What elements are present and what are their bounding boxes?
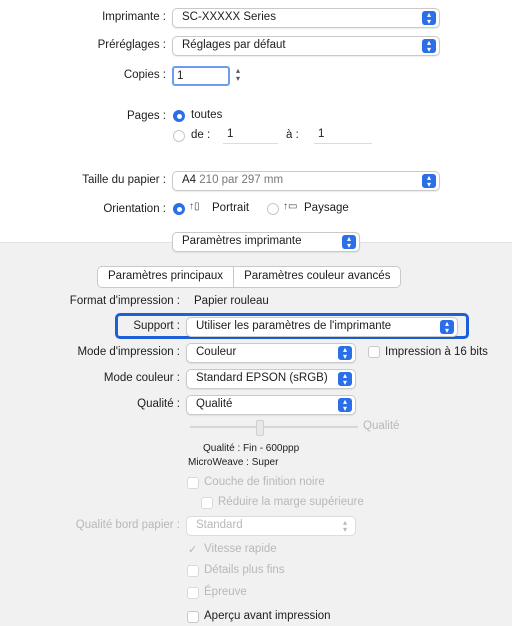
color-mode-select[interactable]: Standard EPSON (sRGB) ▴ ▾ — [186, 369, 356, 389]
chevron-updown-icon: ▴▾ — [338, 372, 352, 387]
quality-slider-track[interactable] — [190, 426, 358, 428]
paper-dimensions: 210 par 297 mm — [199, 174, 284, 186]
edge-quality-value: Standard — [196, 519, 243, 531]
portrait-icon: ↑▯ — [189, 201, 200, 212]
color-mode-label: Mode couleur : — [103, 372, 180, 384]
section-value-overlay: Paramètres imprimante — [182, 235, 302, 247]
pages-all-label: toutes — [191, 109, 223, 121]
portrait-label: Portrait — [212, 202, 250, 214]
quality-select[interactable]: Qualité ▴ ▾ — [186, 395, 356, 415]
speed-checkmark-icon: ✓ — [188, 544, 198, 556]
radio-pages-range[interactable] — [173, 130, 185, 142]
copies-value: 1 — [177, 70, 184, 82]
bits16-checkbox[interactable] — [368, 346, 380, 358]
printer-value: SC-XXXXX Series — [182, 11, 276, 23]
paper-size-value: A4 — [182, 174, 197, 186]
copies-label: Copies : — [123, 69, 166, 81]
paper-size-select[interactable]: A4 210 par 297 mm ▴ ▾ — [172, 171, 440, 191]
presets-select[interactable]: Réglages par défaut ▴ ▾ — [172, 36, 440, 56]
chevron-updown-icon: ▴▾ — [440, 320, 454, 335]
chevron-updown-icon: ▴▾ — [422, 39, 436, 54]
quality-detail: Qualité : Fin - 600ppp — [203, 443, 300, 454]
print-mode-select[interactable]: Couleur ▴ ▾ — [186, 343, 356, 363]
print-mode-label: Mode d'impression : — [77, 346, 180, 358]
proof-checkbox[interactable] — [187, 587, 199, 599]
copies-input[interactable]: 1 — [172, 66, 230, 86]
orientation-label: Orientation : — [103, 203, 166, 215]
speed-label: Vitesse rapide — [204, 543, 277, 555]
finer-label: Détails plus fins — [204, 564, 285, 576]
preview-checkbox[interactable] — [187, 611, 199, 623]
pages-from-value: 1 — [227, 128, 234, 140]
format-value: Papier rouleau — [194, 295, 269, 307]
pages-from-input[interactable]: 1 — [223, 126, 278, 144]
section-select-overlay[interactable]: Paramètres imprimante ▴ ▾ — [172, 232, 360, 252]
chevron-updown-icon: ▴▾ — [338, 398, 352, 413]
quality-value: Qualité — [196, 398, 233, 410]
presets-label: Préréglages : — [97, 39, 166, 51]
preview-label: Aperçu avant impression — [204, 610, 331, 622]
quality-slider-thumb[interactable] — [256, 420, 264, 436]
printer-select[interactable]: SC-XXXXX Series ▴ ▾ — [172, 8, 440, 28]
quality-slider-label: Qualité — [363, 420, 400, 432]
edge-quality-label: Qualité bord papier : — [75, 519, 180, 531]
finer-checkbox[interactable] — [187, 565, 199, 577]
pages-to-label: à : — [286, 129, 299, 141]
landscape-icon: ↑▭ — [283, 201, 298, 212]
reduce-margin-checkbox[interactable] — [201, 497, 213, 509]
printer-label: Imprimante : — [102, 11, 166, 23]
landscape-label: Paysage — [304, 202, 349, 214]
radio-portrait[interactable] — [173, 203, 185, 215]
pages-to-value: 1 — [318, 128, 325, 140]
chevron-updown-icon: ▴▾ — [342, 235, 356, 250]
bits16-label: Impression à 16 bits — [385, 346, 488, 358]
format-label: Format d'impression : — [69, 295, 180, 307]
reduce-margin-label: Réduire la marge supérieure — [218, 496, 364, 508]
tab-bar: Paramètres principaux Paramètres couleur… — [97, 266, 402, 288]
copies-stepper[interactable]: ▴ ▾ — [233, 67, 243, 85]
chevron-updown-icon: ▴▾ — [422, 11, 436, 26]
chevron-updown-icon: ▴▾ — [342, 518, 347, 534]
radio-landscape[interactable] — [267, 203, 279, 215]
support-value: Utiliser les paramètres de l'imprimante — [196, 320, 392, 332]
chevron-updown-icon: ▴▾ — [338, 346, 352, 361]
proof-label: Épreuve — [204, 586, 247, 598]
tab-advanced-color[interactable]: Paramètres couleur avancés — [233, 267, 400, 287]
tab-main-settings[interactable]: Paramètres principaux — [98, 267, 233, 287]
finish-layer-checkbox[interactable] — [187, 477, 199, 489]
print-mode-value: Couleur — [196, 346, 237, 358]
radio-pages-all[interactable] — [173, 110, 185, 122]
microweave-detail: MicroWeave : Super — [188, 457, 279, 468]
chevron-updown-icon: ▴▾ — [422, 174, 436, 189]
quality-label: Qualité : — [137, 398, 180, 410]
pages-from-label: de : — [191, 129, 211, 141]
edge-quality-select[interactable]: Standard ▴ ▾ — [186, 516, 356, 536]
color-mode-value: Standard EPSON (sRGB) — [196, 372, 328, 384]
pages-to-input[interactable]: 1 — [314, 126, 372, 144]
paper-size-label: Taille du papier : — [82, 174, 166, 186]
support-label: Support : — [133, 320, 180, 332]
pages-label: Pages : — [127, 110, 166, 122]
support-select[interactable]: Utiliser les paramètres de l'imprimante … — [186, 317, 458, 337]
presets-value: Réglages par défaut — [182, 39, 286, 51]
finish-layer-label: Couche de finition noire — [204, 476, 325, 488]
